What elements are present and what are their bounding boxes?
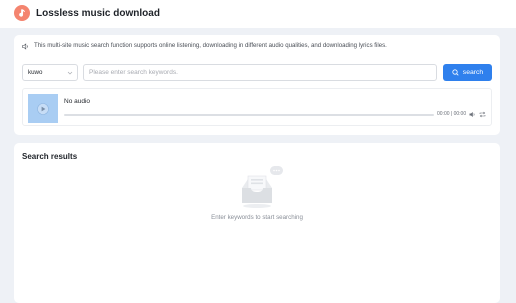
- audio-player: No audio 00:00 | 00:00: [22, 88, 492, 126]
- app-header: Lossless music download: [0, 0, 516, 28]
- source-select[interactable]: kuwo: [22, 64, 78, 81]
- progress-bar[interactable]: [64, 114, 434, 116]
- notice-text: This multi-site music search function su…: [34, 42, 387, 49]
- music-note-icon: [19, 8, 25, 17]
- notice-bar: This multi-site music search function su…: [22, 41, 387, 51]
- search-icon: [452, 69, 459, 76]
- search-input[interactable]: [83, 64, 437, 81]
- empty-state-text: Enter keywords to start searching: [211, 214, 303, 221]
- search-panel: This multi-site music search function su…: [14, 35, 500, 135]
- results-title: Search results: [22, 152, 78, 161]
- search-button-label: search: [462, 69, 484, 76]
- speaker-icon: [22, 42, 28, 50]
- app-title: Lossless music download: [36, 8, 160, 19]
- chevron-down-icon: [67, 71, 73, 75]
- time-display: 00:00 | 00:00: [437, 111, 467, 117]
- volume-icon[interactable]: [469, 111, 476, 118]
- source-select-value: kuwo: [28, 69, 43, 76]
- play-icon[interactable]: [37, 102, 49, 115]
- loop-icon[interactable]: [479, 111, 486, 118]
- results-panel: Search results Enter keywords to start s…: [14, 143, 500, 303]
- album-cover: [28, 94, 58, 123]
- empty-inbox-icon: [242, 166, 283, 208]
- search-button[interactable]: search: [443, 64, 492, 81]
- app-logo: [14, 5, 30, 21]
- track-title: No audio: [64, 98, 91, 105]
